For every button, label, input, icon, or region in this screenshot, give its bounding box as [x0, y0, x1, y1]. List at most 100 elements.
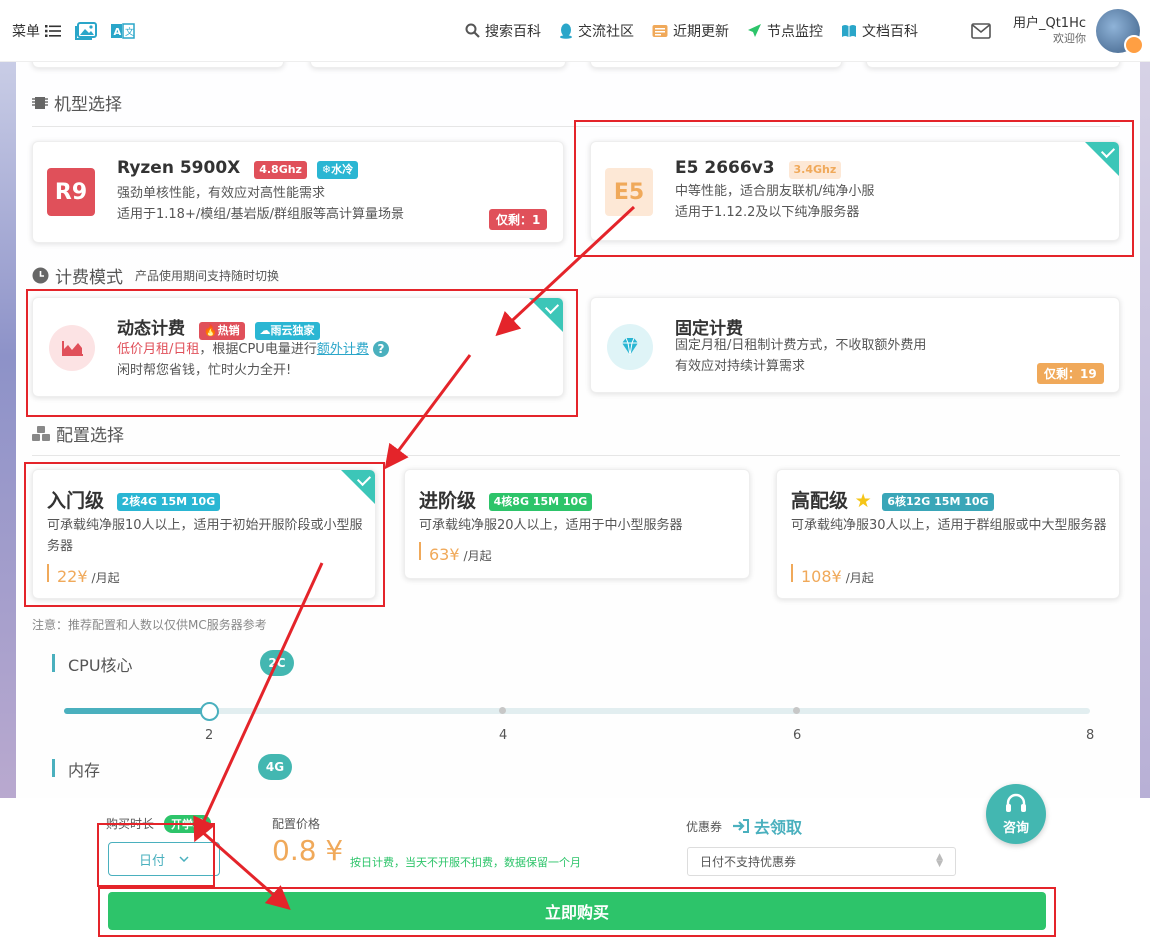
freq-badge: 4.8Ghz	[254, 161, 307, 179]
model-card-e5[interactable]: E5 E5 2666v3 3.4Ghz 中等性能，适合朋友联机/纯净小服 适用于…	[590, 141, 1120, 241]
menu-button[interactable]: 菜单	[12, 21, 61, 41]
duration-select[interactable]: 日付	[108, 842, 220, 876]
cpu-slider-fill	[64, 708, 210, 714]
nav-updates-label: 近期更新	[673, 23, 729, 40]
config-price: 22¥/月起	[47, 564, 120, 586]
get-coupon-label: 去领取	[754, 818, 803, 837]
billing-desc-2: 闲时帮您省钱，忙时火力全开!	[117, 363, 292, 378]
price-value: 63¥	[429, 545, 460, 564]
nav-search-label: 搜索百科	[485, 23, 541, 40]
buy-now-button[interactable]: 立即购买	[108, 892, 1046, 930]
cpu-tick-label: 2	[205, 728, 214, 743]
price-unit: /月起	[845, 571, 874, 585]
cubes-icon	[32, 425, 50, 441]
config-card-title: 入门级 2核4G 15M 10G	[47, 486, 221, 513]
config-desc: 可承载纯净服20人以上，适用于中小型服务器	[419, 518, 683, 533]
help-icon[interactable]: ?	[372, 341, 389, 357]
model-desc-2: 适用于1.12.2及以下纯净服务器	[675, 205, 860, 220]
cloud-icon: ☁	[259, 324, 271, 337]
billing-name: 动态计费	[117, 319, 185, 339]
nav-community[interactable]: 交流社区	[559, 21, 634, 41]
consult-button[interactable]: 咨询	[986, 784, 1046, 844]
selected-check-icon	[341, 470, 375, 504]
slider-stop	[499, 707, 506, 714]
price-value: 108¥	[801, 567, 842, 586]
nav-docs-label: 文档百科	[862, 23, 918, 40]
duration-select-value: 日付	[138, 853, 165, 869]
config-desc: 可承载纯净服30人以上，适用于群组服或中大型服务器	[791, 518, 1107, 533]
billing-title-text: 计费模式	[55, 268, 123, 288]
cpu-label: CPU核心	[52, 652, 133, 676]
config-card-title: 进阶级 4核8G 15M 10G	[419, 486, 593, 513]
background-art-right	[1140, 62, 1150, 798]
price-bar	[47, 564, 49, 582]
news-icon	[652, 24, 668, 37]
section-title-config: 配置选择	[32, 421, 124, 446]
price-bar	[791, 564, 793, 582]
diamond-icon	[607, 324, 653, 370]
get-coupon-link[interactable]: 去领取	[732, 814, 802, 838]
spec-badge: 4核8G 15M 10G	[488, 492, 593, 511]
config-card-high[interactable]: 高配级 ★ 6核12G 15M 10G 可承载纯净服30人以上，适用于群组服或中…	[776, 469, 1120, 599]
avatar[interactable]	[1096, 8, 1144, 55]
cooling-badge: ❄水冷	[316, 161, 359, 179]
config-card-entry[interactable]: 入门级 2核4G 15M 10G 可承载纯净服10人以上，适用于初始开服阶段或小…	[32, 469, 376, 599]
svg-text:文: 文	[125, 26, 134, 38]
nav-monitor[interactable]: 节点监控	[747, 21, 823, 41]
coupon-select[interactable]: 日付不支持优惠券 ▲ ▼	[687, 847, 956, 876]
r9-chip-icon: R9	[47, 168, 95, 216]
billing-desc-2: 有效应对持续计算需求	[675, 359, 806, 374]
menu-label: 菜单	[12, 23, 40, 40]
section-title-model: 机型选择	[32, 90, 122, 115]
config-card-advanced[interactable]: 进阶级 4核8G 15M 10G 可承载纯净服20人以上，适用于中小型服务器 6…	[404, 469, 750, 579]
send-icon	[748, 24, 761, 37]
nav-updates[interactable]: 近期更新	[652, 21, 729, 41]
billing-card-fixed[interactable]: 固定计费 固定月租/日租制计费方式，不收取额外费用 有效应对持续计算需求 仅剩：…	[590, 297, 1120, 393]
headset-icon	[1006, 793, 1026, 812]
sort-icon: ▲ ▼	[936, 852, 943, 869]
nav-community-label: 交流社区	[578, 23, 634, 40]
exclusive-badge-label: 雨云独家	[270, 324, 315, 337]
billing-highlight: 低价月租/日租	[117, 342, 200, 357]
translate-icon[interactable]: A文	[111, 22, 135, 39]
extra-billing-link[interactable]: 额外计费	[317, 342, 369, 357]
config-price: 108¥/月起	[791, 564, 874, 586]
cpu-slider-handle[interactable]	[200, 702, 219, 721]
avatar-badge-icon	[1124, 34, 1144, 55]
config-title-text: 配置选择	[56, 426, 124, 446]
model-desc-1: 强劲单核性能，有效应对高性能需求	[117, 186, 326, 201]
divider	[32, 455, 1120, 456]
freq-badge: 3.4Ghz	[788, 161, 842, 179]
nav-docs[interactable]: 文档百科	[841, 21, 918, 41]
selected-check-icon	[1085, 142, 1119, 176]
list-icon	[45, 24, 61, 37]
model-card-r9[interactable]: R9 Ryzen 5900X 4.8Ghz ❄水冷 强劲单核性能，有效应对高性能…	[32, 141, 564, 243]
welcome-text: 欢迎你	[1053, 31, 1086, 45]
fire-icon: 🔥	[203, 324, 218, 337]
chart-area-icon	[49, 325, 95, 371]
total-price: 0.8 ¥	[272, 834, 344, 867]
gallery-icon[interactable]	[75, 21, 97, 40]
stock-badge: 仅剩：1	[489, 209, 548, 230]
mail-icon[interactable]	[971, 22, 991, 39]
spec-badge: 2核4G 15M 10G	[116, 492, 221, 511]
billing-subtitle: 产品使用期间支持随时切换	[135, 269, 280, 283]
user-name: 用户_Qt1Hc	[1012, 15, 1086, 31]
config-name: 高配级	[791, 490, 849, 512]
coupon-select-value: 日付不支持优惠券	[700, 855, 797, 869]
qq-icon	[560, 23, 572, 39]
config-desc: 可承载纯净服10人以上，适用于初始开服阶段或小型服务器	[47, 518, 363, 554]
memory-value-pill: 4G	[258, 754, 292, 780]
config-price: 63¥/月起	[419, 542, 492, 564]
memory-label: 内存	[52, 757, 100, 781]
section-title-billing: 计费模式 产品使用期间支持随时切换	[32, 263, 279, 288]
nav-search[interactable]: 搜索百科	[465, 21, 541, 41]
model-title-text: 机型选择	[54, 95, 122, 115]
cooling-label: 水冷	[331, 163, 354, 176]
config-note: 注意：推荐配置和人数以仅供MC服务器参考	[32, 618, 267, 632]
cpu-tick-label: 4	[499, 728, 508, 743]
svg-text:A: A	[114, 27, 122, 38]
billing-card-dynamic[interactable]: 动态计费 🔥热销 ☁雨云独家 低价月租/日租，根据CPU电量进行额外计费 ? 闲…	[32, 297, 564, 397]
book-icon	[842, 24, 856, 37]
hot-badge: 🔥热销	[198, 322, 245, 340]
